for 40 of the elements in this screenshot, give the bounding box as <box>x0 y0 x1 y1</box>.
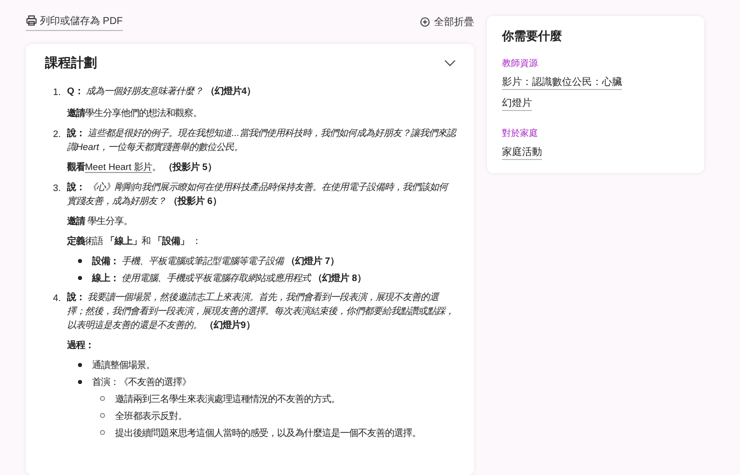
bullet-icon <box>100 396 105 401</box>
bullet-icon <box>78 258 82 262</box>
resource-link[interactable]: 幻燈片 <box>502 96 532 111</box>
step-number: 3. <box>53 181 62 195</box>
print-link[interactable]: 列印或儲存為 PDF <box>26 14 123 30</box>
sidebar-title: 你需要什麼 <box>502 28 563 45</box>
collapse-all-button[interactable]: 全部折疊 <box>420 15 474 29</box>
bullet-text: 首演：《不友善的選擇》 <box>92 375 191 388</box>
bullet-text: 設備： 手機、平板電腦或筆記型電腦等電子設備 （幻燈片 7） <box>92 254 340 267</box>
bullet-text: 通讀整個場景。 <box>92 358 155 371</box>
bullet-icon <box>100 413 105 418</box>
bullet-text: 提出後續問題來思考這個人當時的感受，以及為什麼這是一個不友善的選擇。 <box>115 426 421 439</box>
bullet-text: 邀請兩到三名學生來表演處理這種情況的不友善的方式。 <box>115 392 340 405</box>
resource-heading: 對於家庭 <box>502 127 539 140</box>
step-note: 過程： <box>67 338 95 352</box>
step-note: 邀請學生分享他們的想法和觀察。 <box>67 106 203 120</box>
bullet-text: 全班都表示反對。 <box>115 409 187 422</box>
step-text: 說： 這些都是很好的例子。現在我想知道...當我們使用科技時，我們如何成為好朋友？讓我們來認識Heart，一位每天都實踐善舉的數位公民。 <box>67 126 456 154</box>
step-note: 定義術語 「線上」和 「設備」 ： <box>67 234 202 248</box>
section-title: 課程計劃 <box>45 54 97 72</box>
bullet-icon <box>78 380 82 384</box>
bullet-icon <box>78 276 82 280</box>
resource-heading: 教師資源 <box>502 57 539 70</box>
resource-link[interactable]: 家庭活動 <box>502 145 542 160</box>
step-text: 說： 我要讀一個場景，然後邀請志工上來表演。首先，我們會看到一段表演，展現不友善的選擇；然後，我們會看到一段表演，展現友善的選擇。每次表演結束後，你們都要給我點讚或點踩，以表明這是友善的還是不友善的。 （幻燈片9） <box>67 290 455 332</box>
step-number: 4. <box>53 291 62 305</box>
bullet-icon <box>78 362 82 366</box>
printer-icon <box>26 15 37 26</box>
chevron-icon[interactable] <box>444 59 456 67</box>
bullet-text: 線上： 使用電腦、手機或平板電腦存取網站或應用程式 （幻燈片 8） <box>92 271 366 284</box>
resource-link[interactable]: 影片：認識數位公民：心臟 <box>502 75 622 90</box>
step-text: 說： 《心》剛剛向我們展示瞭如何在使用科技產品時保持友善。在使用電子設備時，我們該如何實踐友善，成為好朋友？ （投影片 6） <box>67 180 450 208</box>
bullet-icon <box>100 430 105 435</box>
step-number: 1. <box>53 85 62 99</box>
plus-circle-icon <box>420 17 430 27</box>
step-text: Q： 成為一個好朋友意味著什麼？ （幻燈片4） <box>67 84 257 98</box>
step-number: 2. <box>53 127 62 141</box>
step-note: 觀看Meet Heart 影片。 （投影片 5） <box>67 160 218 174</box>
video-link[interactable]: Meet Heart 影片 <box>85 161 152 173</box>
step-note: 邀請 學生分享。 <box>67 214 134 228</box>
